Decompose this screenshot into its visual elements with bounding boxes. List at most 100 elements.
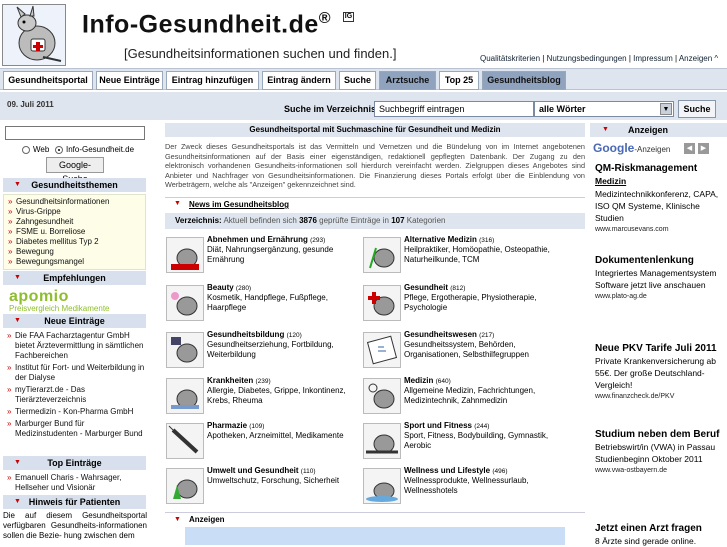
ad-url[interactable]: www.plato-ag.de	[595, 291, 725, 302]
category-item[interactable]: Gesundheitswesen (217) Gesundheitssystem…	[363, 330, 558, 378]
ad-title[interactable]: Dokumentenlenkung	[595, 254, 725, 267]
radio-web-label: Web	[33, 145, 50, 154]
list-item[interactable]: Diabetes mellitus Typ 2	[4, 237, 145, 247]
link-anzeigen[interactable]: Anzeigen ^	[679, 54, 718, 63]
kangaroo-sport-icon	[363, 423, 401, 459]
hinweis-text: Die auf diesem Gesundheitsportal verfügb…	[3, 511, 147, 540]
ad-item[interactable]: Studium neben dem Beruf Betriebswirt/in …	[595, 428, 725, 476]
list-item[interactable]: Bewegung	[4, 247, 145, 257]
category-title[interactable]: Abnehmen und Ernährung	[207, 235, 308, 244]
category-item[interactable]: Gesundheitsbildung (120) Gesundheitserzi…	[166, 330, 361, 378]
ad-item[interactable]: QM-Riskmanagement Medizin Medizintechnik…	[595, 162, 725, 235]
category-item[interactable]: Gesundheit (812) Pflege, Ergotherapie, P…	[363, 283, 558, 331]
category-item[interactable]: Wellness und Lifestyle (496) Wellnesspro…	[363, 466, 558, 514]
google-search-button[interactable]: Google-Suche	[46, 157, 104, 184]
category-title[interactable]: Gesundheitswesen	[404, 330, 477, 339]
link-impressum[interactable]: Impressum	[633, 54, 673, 63]
tab-gesundheitsblog[interactable]: Gesundheitsblog	[482, 71, 566, 90]
chevron-down-icon[interactable]: ▼	[660, 103, 672, 115]
chevron-right-icon[interactable]: ▶	[698, 143, 709, 154]
list-item[interactable]: Tiermedizin - Kon-Pharma GmbH	[3, 407, 146, 417]
category-title[interactable]: Alternative Medizin	[404, 235, 477, 244]
list-item[interactable]: FSME u. Borreliose	[4, 227, 145, 237]
category-count: (109)	[249, 423, 265, 430]
list-item[interactable]: Institut für Fort- und Weiterbildung in …	[3, 363, 146, 383]
ad-item[interactable]: Neue PKV Tarife Juli 2011 Private Kranke…	[595, 342, 725, 402]
apomio-tagline: Preisvergleich Medikamente	[9, 304, 110, 313]
ad-url[interactable]: www.finanzcheck.de/PKV	[595, 391, 725, 402]
kangaroo-medicine-icon	[363, 378, 401, 414]
kangaroo-education-icon	[166, 332, 204, 368]
ig-badge-icon: IG	[343, 12, 354, 22]
kangaroo-environment-icon	[166, 468, 204, 504]
category-item[interactable]: Umwelt und Gesundheit (110) Umweltschutz…	[166, 466, 361, 514]
site-title: Info-Gesundheit.de®	[82, 10, 332, 39]
category-title[interactable]: Sport und Fitness	[404, 421, 472, 430]
category-title[interactable]: Krankheiten	[207, 376, 253, 385]
google-search-input[interactable]	[5, 126, 145, 140]
ad-url[interactable]: www.marcusevans.com	[595, 224, 725, 235]
category-count: (120)	[286, 332, 302, 339]
chevron-left-icon[interactable]: ◀	[684, 143, 695, 154]
ad-title[interactable]: QM-Riskmanagement	[595, 162, 725, 175]
neue-eintraege-heading: Neue Einträge	[3, 314, 146, 328]
ad-body: Private Krankenversicherung ab 55€. Der …	[595, 356, 716, 390]
category-item[interactable]: Abnehmen und Ernährung (293) Diät, Nahru…	[166, 235, 361, 283]
kangaroo-herbal-icon	[363, 237, 401, 273]
category-title[interactable]: Umwelt und Gesundheit	[207, 466, 299, 475]
tab-neue-eintraege[interactable]: Neue Einträge	[96, 71, 163, 90]
category-title[interactable]: Wellness und Lifestyle	[404, 466, 490, 475]
ad-title[interactable]: Jetzt einen Arzt fragen	[595, 522, 725, 535]
category-title[interactable]: Beauty	[207, 283, 234, 292]
category-item[interactable]: Pharmazie (109) Apotheken, Arzneimittel,…	[166, 421, 361, 469]
category-count: (217)	[479, 332, 495, 339]
category-title[interactable]: Gesundheitsbildung	[207, 330, 284, 339]
search-mode-select[interactable]: alle Wörter	[534, 101, 674, 117]
category-subtitle: Sport, Fitness, Bodybuilding, Gymnastik,…	[404, 431, 549, 450]
ad-item[interactable]: Dokumentenlenkung Integriertes Managemen…	[595, 254, 725, 302]
vz-pre: Aktuell befinden sich	[223, 216, 297, 225]
category-subtitle: Heilpraktiker, Homöopathie, Osteopathie,…	[404, 245, 550, 264]
radio-web[interactable]	[22, 146, 30, 154]
category-title[interactable]: Medizin	[404, 376, 433, 385]
list-item[interactable]: Zahngesundheit	[4, 217, 145, 227]
list-item[interactable]: Virus-Grippe	[4, 207, 145, 217]
news-link[interactable]: News im Gesundheitsblog	[189, 200, 289, 209]
ad-title[interactable]: Studium neben dem Beruf	[595, 428, 725, 441]
ad-banner[interactable]	[185, 527, 565, 545]
search-button[interactable]: Suche	[678, 100, 716, 118]
search-label: Suche im Verzeichnis:	[284, 104, 380, 114]
directory-search-input[interactable]	[374, 101, 534, 117]
tab-arztsuche[interactable]: Arztsuche	[379, 71, 436, 90]
radio-info-gesundheit[interactable]	[55, 146, 63, 154]
tab-eintrag-aendern[interactable]: Eintrag ändern	[262, 71, 336, 90]
ad-item[interactable]: Jetzt einen Arzt fragen 8 Ärzte sind ger…	[595, 522, 725, 547]
list-item[interactable]: Emanuell Charis - Wahrsager, Hellseher u…	[3, 473, 146, 493]
category-item[interactable]: Beauty (280) Kosmetik, Handpflege, Fußpf…	[166, 283, 361, 331]
list-item[interactable]: myTierarzt.de - Das Tierärzteverzeichnis	[3, 385, 146, 405]
category-item[interactable]: Sport und Fitness (244) Sport, Fitness, …	[363, 421, 558, 469]
list-item[interactable]: Gesundheitsinformationen	[4, 197, 145, 207]
category-item[interactable]: Alternative Medizin (316) Heilpraktiker,…	[363, 235, 558, 283]
category-title[interactable]: Pharmazie	[207, 421, 247, 430]
link-nutzungsbedingungen[interactable]: Nutzungsbedingungen	[547, 54, 627, 63]
category-item[interactable]: Medizin (640) Allgemeine Medizin, Fachri…	[363, 376, 558, 424]
list-item[interactable]: Marburger Bund für Medizinstudenten - Ma…	[3, 419, 146, 439]
list-item[interactable]: Bewegungsmangel	[4, 257, 145, 267]
ad-body: 8 Ärzte sind gerade online.	[595, 536, 697, 546]
ad-url[interactable]: www.vwa-ostbayern.de	[595, 465, 725, 476]
list-item[interactable]: Die FAA Facharztagentur GmbH bietet Ärzt…	[3, 331, 146, 361]
tab-gesundheitsportal[interactable]: Gesundheitsportal	[3, 71, 93, 90]
category-item[interactable]: Krankheiten (239) Allergie, Diabetes, Gr…	[166, 376, 361, 424]
logo-kangaroo-image[interactable]	[2, 4, 66, 66]
health-card-icon	[363, 332, 401, 368]
kangaroo-scale-icon	[166, 237, 204, 273]
tab-top-25[interactable]: Top 25	[439, 71, 479, 90]
tab-eintrag-hinzufuegen[interactable]: Eintrag hinzufügen	[166, 71, 259, 90]
tab-suche[interactable]: Suche	[339, 71, 376, 90]
link-qualitaetskriterien[interactable]: Qualitätskriterien	[480, 54, 540, 63]
ad-title[interactable]: Neue PKV Tarife Juli 2011	[595, 342, 725, 355]
ad-title-line2[interactable]: Medizin	[595, 175, 725, 188]
category-title[interactable]: Gesundheit	[404, 283, 448, 292]
vz-count: 3876	[299, 216, 317, 225]
